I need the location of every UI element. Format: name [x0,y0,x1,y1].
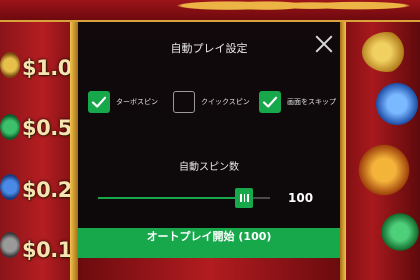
spin-count-label: 自動スピン数 [179,162,239,173]
start-autoplay-button[interactable]: オートプレイ開始 (100) [78,228,340,258]
slider-grip-icon [240,194,242,202]
game-screen: $1.0 $0.5 $0.2 $0.1 自動プレイ設定 ターボスピン クイックス [0,0,420,280]
dragon-symbol [0,174,20,200]
close-icon[interactable] [312,32,336,56]
dragon-symbol [362,32,412,72]
slider-grip-icon [243,194,245,202]
option-label: ターボスピン [116,98,158,106]
top-banner [0,0,420,22]
spin-count-slider-fill [98,197,244,199]
spin-count-value: 100 [288,191,314,205]
dragon-symbol [358,142,410,198]
autoplay-settings-dialog: 自動プレイ設定 ターボスピン クイックスピン 画面をスキップ 自動スピン数 10… [78,22,340,258]
dialog-title: 自動プレイ設定 [170,42,248,55]
dragon-symbol [380,212,420,252]
checkbox-quick-spin[interactable] [173,91,195,113]
checkmark-icon [262,96,278,108]
bottom-reel-strip [78,258,340,280]
checkmark-icon [91,96,107,108]
dragon-symbol [374,82,420,126]
left-reel-column: $1.0 $0.5 $0.2 $0.1 [0,22,78,280]
dragon-symbol [0,114,20,140]
option-label: クイックスピン [201,98,250,106]
dragon-symbol [0,52,20,78]
option-turbo-spin[interactable]: ターボスピン [88,91,172,115]
checkbox-skip-screens[interactable] [259,91,281,113]
spin-count-slider-handle[interactable] [235,188,253,208]
option-label: 画面をスキップ [287,98,336,106]
option-skip-screens[interactable]: 画面をスキップ [259,91,339,115]
checkbox-turbo-spin[interactable] [88,91,110,113]
gold-title-deco [150,0,410,16]
slider-grip-icon [247,194,249,202]
right-reel-column [340,22,420,280]
option-quick-spin[interactable]: クイックスピン [173,91,257,115]
dragon-symbol [0,232,20,258]
reel-frame-left [70,22,78,280]
reel-frame-right [340,22,346,280]
